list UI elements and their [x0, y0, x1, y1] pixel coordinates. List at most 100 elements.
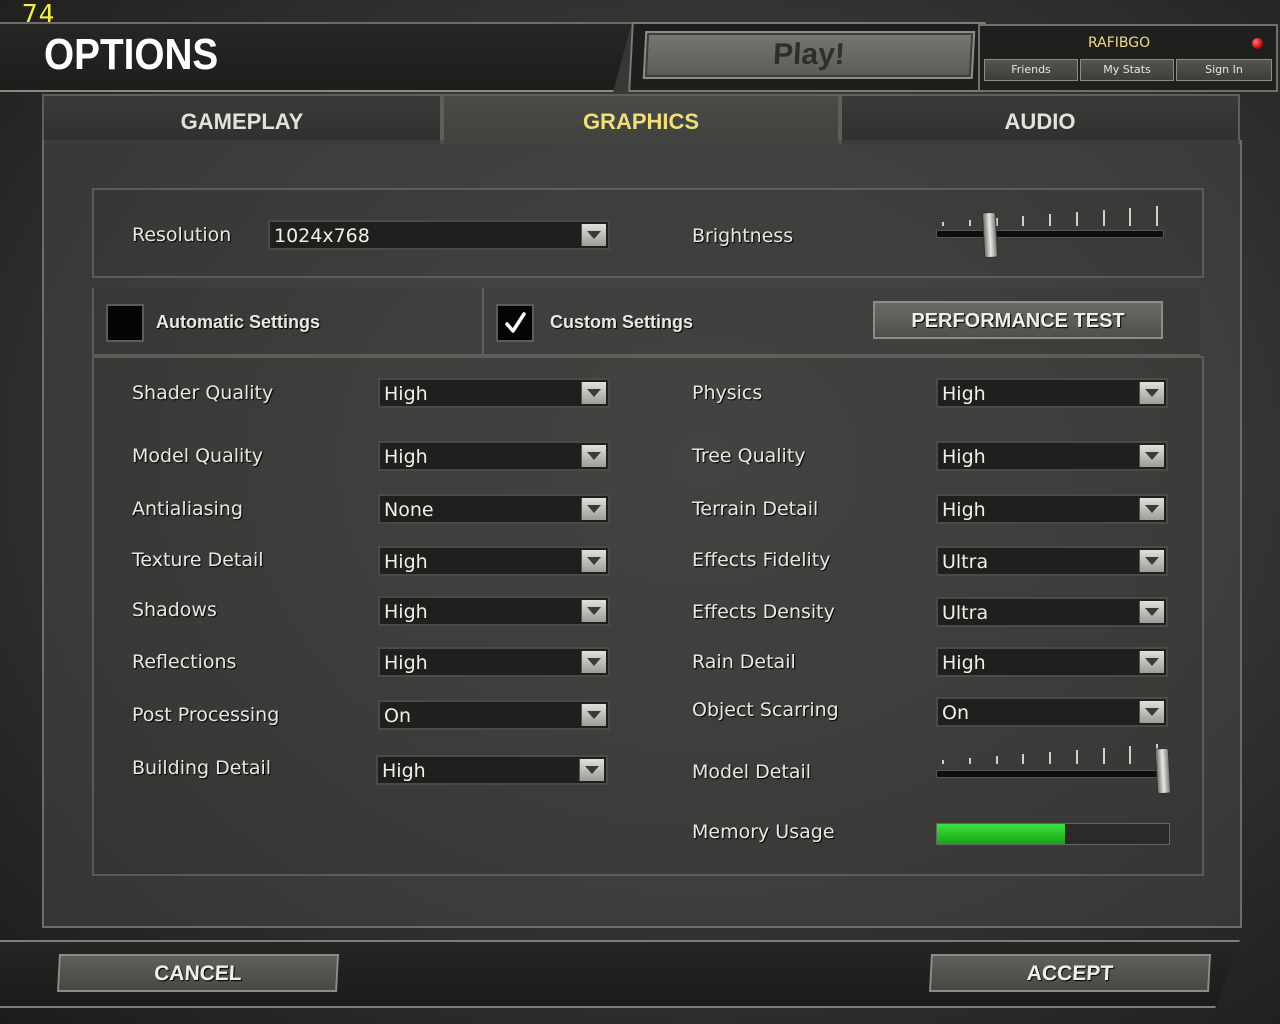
- model-detail-label: Model Detail: [692, 761, 812, 783]
- model-detail-slider-thumb[interactable]: [1154, 747, 1172, 795]
- shader-quality-dropdown[interactable]: High: [378, 378, 610, 408]
- cancel-button[interactable]: CANCEL: [57, 954, 339, 992]
- slider-tick: [1129, 208, 1132, 226]
- setting-label-rain-detail: Rain Detail: [692, 651, 796, 673]
- slider-tick: [1049, 752, 1051, 764]
- chevron-down-icon: [1139, 445, 1164, 467]
- checkmark-icon: [505, 312, 526, 333]
- model-quality-dropdown[interactable]: High: [378, 441, 610, 471]
- chevron-down-icon: [579, 759, 604, 781]
- memory-usage-fill: [937, 824, 1065, 844]
- chevron-down-icon: [581, 498, 606, 520]
- automatic-settings-label: Automatic Settings: [156, 312, 321, 332]
- chevron-down-icon: [581, 704, 606, 726]
- tab-graphics[interactable]: GRAPHICS: [442, 94, 840, 144]
- model-detail-slider-track: [936, 770, 1164, 778]
- shadows-dropdown[interactable]: High: [378, 596, 610, 626]
- setting-label-terrain-detail: Terrain Detail: [692, 498, 819, 520]
- play-button[interactable]: Play!: [642, 31, 976, 79]
- setting-label-object-scarring: Object Scarring: [692, 699, 839, 721]
- dropdown-value: High: [384, 383, 428, 405]
- tree-quality-dropdown[interactable]: High: [936, 441, 1168, 471]
- physics-dropdown[interactable]: High: [936, 378, 1168, 408]
- chevron-down-icon: [581, 382, 606, 404]
- setting-label-antialiasing: Antialiasing: [132, 498, 243, 520]
- terrain-detail-dropdown[interactable]: High: [936, 494, 1168, 524]
- chevron-down-icon: [581, 550, 606, 572]
- brightness-slider-track: [936, 230, 1164, 238]
- dropdown-value: On: [384, 705, 411, 727]
- slider-tick: [995, 756, 998, 764]
- object-scarring-dropdown[interactable]: On: [936, 697, 1168, 727]
- resolution-dropdown[interactable]: 1024x768: [268, 220, 610, 250]
- automatic-settings-checkbox[interactable]: [106, 304, 144, 342]
- antialiasing-dropdown[interactable]: None: [378, 494, 610, 524]
- brightness-slider-thumb[interactable]: [981, 211, 999, 259]
- memory-usage-label: Memory Usage: [692, 821, 835, 843]
- performance-test-button[interactable]: PERFORMANCE TEST: [873, 301, 1163, 339]
- rain-detail-dropdown[interactable]: High: [936, 647, 1168, 677]
- slider-tick: [1156, 206, 1158, 226]
- setting-label-tree-quality: Tree Quality: [692, 445, 806, 467]
- slider-tick: [1129, 746, 1132, 764]
- chevron-down-icon: [581, 600, 606, 622]
- setting-label-shader-quality: Shader Quality: [132, 382, 274, 404]
- slider-tick: [942, 760, 944, 764]
- slider-tick: [1102, 748, 1105, 764]
- dropdown-value: High: [384, 601, 428, 623]
- chevron-down-icon: [1139, 651, 1164, 673]
- friends-button[interactable]: Friends: [984, 59, 1078, 81]
- dropdown-value: High: [942, 446, 986, 468]
- texture-detail-dropdown[interactable]: High: [378, 546, 610, 576]
- dropdown-value: High: [942, 383, 986, 405]
- chevron-down-icon: [1139, 498, 1164, 520]
- custom-settings-checkbox[interactable]: [496, 304, 534, 342]
- chevron-down-icon: [581, 651, 606, 673]
- setting-label-building-detail: Building Detail: [132, 757, 272, 779]
- model-detail-slider[interactable]: [936, 744, 1172, 796]
- chevron-down-icon: [1139, 701, 1164, 723]
- chevron-down-icon: [1139, 382, 1164, 404]
- accept-button[interactable]: ACCEPT: [929, 954, 1211, 992]
- post-processing-dropdown[interactable]: On: [378, 700, 610, 730]
- dropdown-value: Ultra: [942, 551, 989, 573]
- sign-in-button[interactable]: Sign In: [1176, 59, 1272, 81]
- brightness-slider[interactable]: [936, 206, 1164, 259]
- effects-fidelity-dropdown[interactable]: Ultra: [936, 546, 1168, 576]
- slider-tick: [968, 758, 971, 764]
- dropdown-value: High: [382, 760, 426, 782]
- slider-tick: [1075, 750, 1078, 764]
- slider-tick: [1022, 754, 1025, 764]
- chevron-down-icon: [1139, 601, 1164, 623]
- chevron-down-icon: [581, 445, 606, 467]
- dropdown-value: Ultra: [942, 602, 989, 624]
- slider-tick: [1022, 216, 1025, 226]
- dropdown-value: On: [942, 702, 969, 724]
- online-status-icon: [1252, 38, 1263, 49]
- setting-label-physics: Physics: [692, 382, 763, 404]
- dropdown-value: High: [942, 499, 986, 521]
- setting-label-reflections: Reflections: [132, 651, 237, 673]
- slider-tick: [1102, 210, 1105, 226]
- tab-audio[interactable]: AUDIO: [840, 94, 1240, 144]
- setting-label-shadows: Shadows: [132, 599, 217, 621]
- my-stats-button[interactable]: My Stats: [1080, 59, 1174, 81]
- dropdown-value: High: [384, 551, 428, 573]
- slider-tick: [942, 222, 944, 226]
- username-label: RAFIBGO: [1088, 35, 1151, 51]
- dropdown-value: High: [384, 652, 428, 674]
- resolution-value: 1024x768: [274, 225, 370, 247]
- setting-label-post-processing: Post Processing: [132, 704, 280, 726]
- slider-tick: [1049, 214, 1051, 226]
- brightness-label: Brightness: [692, 225, 794, 247]
- building-detail-dropdown[interactable]: High: [376, 755, 608, 785]
- chevron-down-icon: [581, 224, 606, 246]
- memory-usage-bar: [936, 823, 1170, 845]
- chevron-down-icon: [1139, 550, 1164, 572]
- reflections-dropdown[interactable]: High: [378, 647, 610, 677]
- setting-label-effects-fidelity: Effects Fidelity: [692, 549, 831, 571]
- tab-gameplay[interactable]: GAMEPLAY: [42, 94, 442, 144]
- effects-density-dropdown[interactable]: Ultra: [936, 597, 1168, 627]
- setting-label-texture-detail: Texture Detail: [132, 549, 264, 571]
- slider-tick: [1075, 212, 1078, 226]
